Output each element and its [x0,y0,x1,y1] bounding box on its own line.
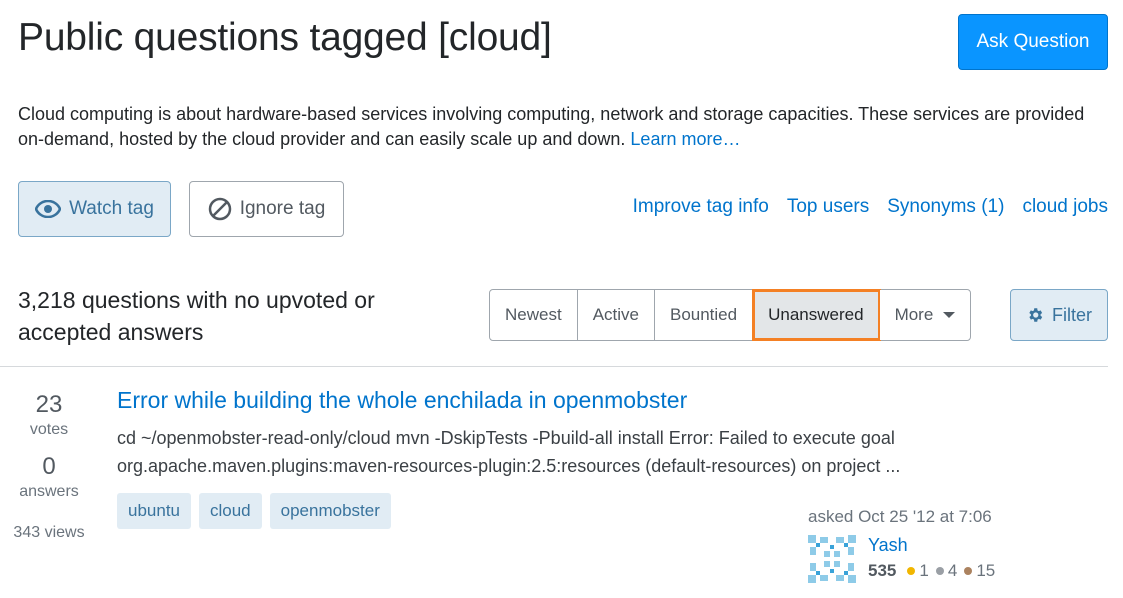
question-excerpt: cd ~/openmobster-read-only/cloud mvn -Ds… [117,428,901,476]
ignore-tag-label: Ignore tag [239,198,326,219]
user-avatar[interactable] [808,535,856,583]
votes-label: votes [29,421,69,438]
tag-cloud[interactable]: cloud [199,493,262,529]
eye-icon [35,200,62,218]
ban-icon [208,197,231,221]
ignore-tag-button[interactable]: Ignore tag [189,181,344,237]
improve-tag-info-link[interactable]: Improve tag info [633,196,769,218]
bronze-badge-count: 15 [976,561,996,580]
synonyms-link[interactable]: Synonyms (1) [887,196,1004,218]
caret-down-icon [943,312,956,318]
tab-unanswered[interactable]: Unanswered [752,289,881,341]
divider [0,366,1108,367]
tag-openmobster[interactable]: openmobster [269,493,391,529]
answers-label: answers [19,483,79,500]
user-stats: 535 1 4 15 [868,561,995,581]
cloud-jobs-link[interactable]: cloud jobs [1022,196,1108,218]
tag-description-text: Cloud computing is about hardware-based … [18,104,1085,149]
vote-count: 23 [35,391,63,418]
filter-label: Filter [1052,304,1092,325]
answer-count: 0 [42,453,56,480]
silver-badge-count: 4 [947,561,958,580]
tab-more-label: More [894,305,934,324]
user-name-link[interactable]: Yash [868,535,908,556]
filter-button[interactable]: Filter [1010,289,1108,341]
question-tags: ubuntu cloud openmobster [117,493,391,529]
top-users-link[interactable]: Top users [787,196,869,218]
watch-tag-label: Watch tag [69,198,154,219]
tab-active[interactable]: Active [577,290,655,340]
watch-tag-button[interactable]: Watch tag [18,181,171,237]
gold-badge-count: 1 [919,561,929,580]
question-stats: 23 votes 0 answers 343 views [0,390,98,542]
silver-badge-icon [935,567,944,575]
view-count: 343 views [13,524,85,541]
tag-links: Improve tag info Top users Synonyms (1) … [633,196,1108,218]
reputation-score: 535 [868,561,897,580]
learn-more-link[interactable]: Learn more… [630,129,740,149]
tab-more[interactable]: More [879,290,971,340]
question-title-link[interactable]: Error while building the whole enchilada… [117,387,687,414]
ask-question-button[interactable]: Ask Question [958,14,1108,70]
bronze-badge-icon [964,567,973,575]
gold-badge-icon [907,567,916,575]
tag-ubuntu[interactable]: ubuntu [117,493,191,529]
question-count: 3,218 questions with no upvoted or accep… [18,287,375,345]
tab-bountied[interactable]: Bountied [654,290,754,340]
tab-newest[interactable]: Newest [490,290,578,340]
sort-tabs: Newest Active Bountied Unanswered More [489,289,972,341]
tag-description: Cloud computing is about hardware-based … [18,102,1108,152]
page-title: Public questions tagged [cloud] [18,16,552,59]
gear-icon [1029,308,1043,322]
asked-timestamp: asked Oct 25 '12 at 7:06 [808,507,992,526]
